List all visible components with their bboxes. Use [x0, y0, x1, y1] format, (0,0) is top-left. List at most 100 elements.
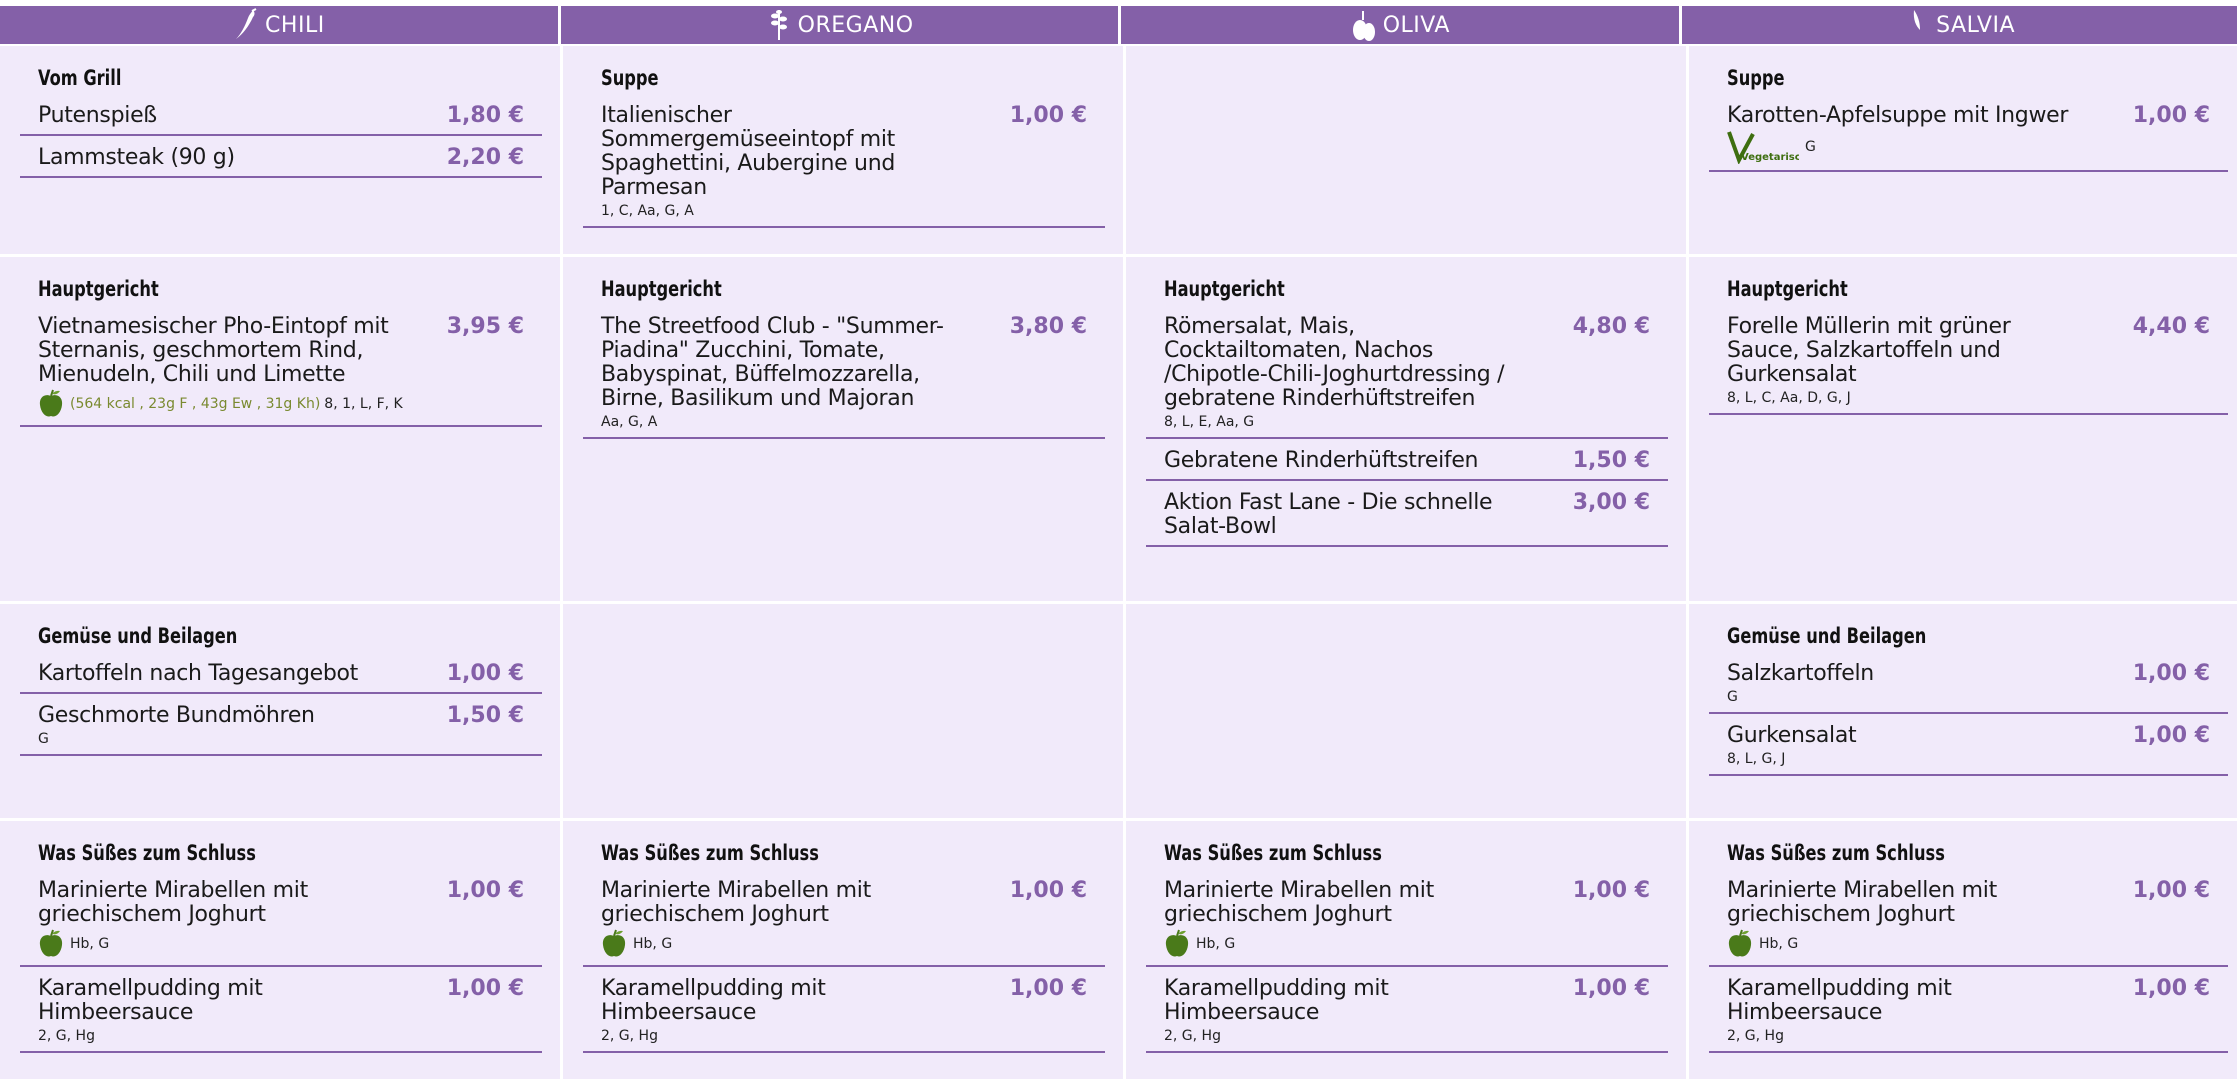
chili-pepper-icon [233, 8, 259, 42]
item-name: Gebratene Rinderhüftstreifen [1164, 448, 1479, 473]
allergen-codes: Aa, G, A [601, 414, 658, 430]
item-name: Lammsteak (90 g) [38, 145, 235, 170]
cell-oregano-main: Hauptgericht The Streetfood Club - "Summ… [563, 257, 1123, 601]
item-name: Gurkensalat [1727, 723, 1857, 748]
cell-chili-dessert: Was Süßes zum Schluss Marinierte Mirabel… [0, 821, 560, 1079]
menu-item[interactable]: Karamellpudding mit Himbeersauce 1,00 € … [1146, 977, 1668, 1053]
item-price: 1,50 € [1572, 448, 1650, 473]
allergen-codes: 8, L, G, J [1727, 751, 1786, 767]
allergen-codes: 8, 1, L, F, K [324, 396, 403, 412]
vegetarian-label: Vegetarisch [1741, 152, 1799, 163]
cell-oliva-empty [1126, 46, 1686, 254]
menu-item[interactable]: Römersalat, Mais, Cocktailtomaten, Nacho… [1146, 315, 1668, 439]
menu-item[interactable]: Putenspieß 1,80 € [20, 104, 542, 136]
item-name: Putenspieß [38, 103, 157, 128]
allergen-codes: G [1805, 139, 1816, 155]
menu-item[interactable]: Kartoffeln nach Tagesangebot 1,00 € [20, 662, 542, 694]
column-header-chili: CHILI [0, 6, 558, 44]
item-price: 4,80 € [1572, 314, 1650, 339]
category-title: Was Süßes zum Schluss [1727, 841, 1945, 865]
menu-item[interactable]: Marinierte Mirabellen mit griechischem J… [1709, 879, 2228, 967]
menu-item[interactable]: Vietnamesischer Pho-Eintopf mit Sternani… [20, 315, 542, 427]
menu-item[interactable]: Salzkartoffeln 1,00 € G [1709, 662, 2228, 714]
menu-item[interactable]: Lammsteak (90 g) 2,20 € [20, 146, 542, 178]
item-name: Italienischer Sommergemüseeintopf mit Sp… [601, 103, 896, 200]
cell-oregano-soup: Suppe Italienischer Sommergemüseeintopf … [563, 46, 1123, 254]
category-title: Suppe [601, 66, 659, 90]
menu-item[interactable]: Forelle Müllerin mit grüner Sauce, Salzk… [1709, 315, 2228, 415]
item-name: Vietnamesischer Pho-Eintopf mit Sternani… [38, 314, 389, 387]
item-name: Karamellpudding mit Himbeersauce [1727, 976, 1952, 1025]
item-name: Kartoffeln nach Tagesangebot [38, 661, 358, 686]
allergen-codes: 8, L, E, Aa, G [1164, 414, 1255, 430]
item-price: 1,00 € [2132, 661, 2210, 686]
cell-oregano-dessert: Was Süßes zum Schluss Marinierte Mirabel… [563, 821, 1123, 1079]
column-header-oregano: OREGANO [560, 6, 1119, 44]
column-header-oliva: OLIVA [1121, 6, 1680, 44]
menu-item[interactable]: Karotten-Apfelsuppe mit Ingwer 1,00 € Ve… [1709, 104, 2228, 172]
category-title: Hauptgericht [601, 277, 722, 301]
allergen-codes: G [38, 731, 49, 747]
cell-salvia-dessert: Was Süßes zum Schluss Marinierte Mirabel… [1689, 821, 2237, 1079]
item-price: 1,00 € [2132, 976, 2210, 1001]
menu-item[interactable]: Gebratene Rinderhüftstreifen 1,50 € [1146, 449, 1668, 481]
category-title: Was Süßes zum Schluss [601, 841, 819, 865]
category-title: Suppe [1727, 66, 1785, 90]
item-price: 1,80 € [446, 103, 524, 128]
apple-icon [601, 929, 627, 959]
menu-item[interactable]: The Streetfood Club - "Summer-Piadina" Z… [583, 315, 1105, 439]
category-title: Hauptgericht [1727, 277, 1848, 301]
allergen-codes: Hb, G [1759, 936, 1799, 952]
item-name: Karamellpudding mit Himbeersauce [601, 976, 826, 1025]
item-name: Aktion Fast Lane - Die schnelle Salat-Bo… [1164, 490, 1493, 539]
menu-board: CHILI OREGANO OLIVA SALVIA Vom Grill Put… [0, 0, 2237, 1092]
item-name: The Streetfood Club - "Summer-Piadina" Z… [601, 314, 944, 411]
menu-item[interactable]: Gurkensalat 1,00 € 8, L, G, J [1709, 724, 2228, 776]
allergen-codes: G [1727, 689, 1738, 705]
item-name: Marinierte Mirabellen mit griechischem J… [1164, 878, 1434, 927]
item-price: 1,00 € [446, 661, 524, 686]
allergen-codes: 2, G, Hg [1164, 1028, 1221, 1044]
item-price: 1,00 € [1572, 878, 1650, 903]
menu-grid: Vom Grill Putenspieß 1,80 € Lammsteak (9… [0, 46, 2237, 1079]
oregano-herb-icon [766, 8, 792, 42]
item-price: 1,50 € [446, 703, 524, 728]
cell-oliva-empty [1126, 604, 1686, 818]
menu-item[interactable]: Marinierte Mirabellen mit griechischem J… [1146, 879, 1668, 967]
allergen-codes: 2, G, Hg [38, 1028, 95, 1044]
column-title: CHILI [265, 12, 325, 38]
cell-salvia-soup: Suppe Karotten-Apfelsuppe mit Ingwer 1,0… [1689, 46, 2237, 254]
menu-item[interactable]: Geschmorte Bundmöhren 1,50 € G [20, 704, 542, 756]
menu-item[interactable]: Italienischer Sommergemüseeintopf mit Sp… [583, 104, 1105, 228]
menu-item[interactable]: Karamellpudding mit Himbeersauce 1,00 € … [1709, 977, 2228, 1053]
category-title: Vom Grill [38, 66, 122, 90]
item-price: 1,00 € [1009, 103, 1087, 128]
menu-item[interactable]: Karamellpudding mit Himbeersauce 1,00 € … [583, 977, 1105, 1053]
item-name: Marinierte Mirabellen mit griechischem J… [601, 878, 871, 927]
menu-item[interactable]: Marinierte Mirabellen mit griechischem J… [20, 879, 542, 967]
cell-chili-sides: Gemüse und Beilagen Kartoffeln nach Tage… [0, 604, 560, 818]
menu-item[interactable]: Marinierte Mirabellen mit griechischem J… [583, 879, 1105, 967]
cell-oregano-empty [563, 604, 1123, 818]
menu-item[interactable]: Aktion Fast Lane - Die schnelle Salat-Bo… [1146, 491, 1668, 547]
menu-item[interactable]: Karamellpudding mit Himbeersauce 1,00 € … [20, 977, 542, 1053]
item-name: Forelle Müllerin mit grüner Sauce, Salzk… [1727, 314, 2011, 387]
nutrition-info: (564 kcal , 23g F , 43g Ew , 31g Kh) [70, 396, 321, 412]
column-header-salvia: SALVIA [1682, 6, 2237, 44]
cell-salvia-main: Hauptgericht Forelle Müllerin mit grüner… [1689, 257, 2237, 601]
category-title: Hauptgericht [38, 277, 159, 301]
cell-chili-grill: Vom Grill Putenspieß 1,80 € Lammsteak (9… [0, 46, 560, 254]
item-name: Marinierte Mirabellen mit griechischem J… [1727, 878, 1997, 927]
allergen-codes: 2, G, Hg [1727, 1028, 1784, 1044]
cell-oliva-main: Hauptgericht Römersalat, Mais, Cocktailt… [1126, 257, 1686, 601]
cell-salvia-sides: Gemüse und Beilagen Salzkartoffeln 1,00 … [1689, 604, 2237, 818]
sage-leaf-icon [1904, 8, 1930, 42]
item-price: 1,00 € [446, 878, 524, 903]
item-name: Römersalat, Mais, Cocktailtomaten, Nacho… [1164, 314, 1505, 411]
item-price: 1,00 € [2132, 723, 2210, 748]
allergen-codes: Hb, G [70, 936, 110, 952]
category-title: Gemüse und Beilagen [38, 624, 238, 648]
column-title: OREGANO [797, 12, 914, 38]
olive-icon [1351, 8, 1377, 42]
apple-icon [38, 929, 64, 959]
